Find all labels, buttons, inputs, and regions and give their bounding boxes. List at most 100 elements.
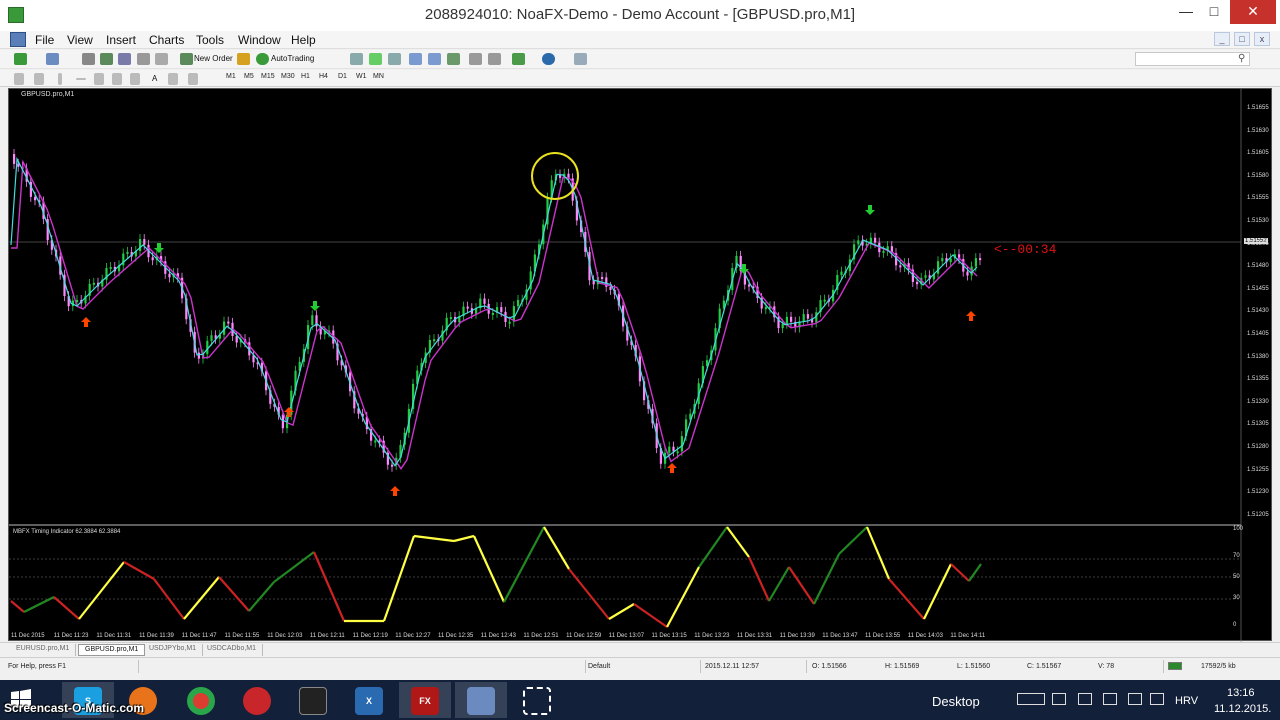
cursor-icon[interactable] — [14, 73, 24, 85]
language-indicator[interactable]: HRV — [1175, 695, 1198, 707]
chart-shift-icon[interactable] — [469, 53, 482, 65]
oscillator-tick-label: 0 — [1233, 622, 1237, 628]
network-icon[interactable] — [1103, 693, 1117, 705]
menu-window[interactable]: Window — [238, 33, 281, 47]
fast-moving-average — [10, 156, 978, 467]
terminal-icon[interactable] — [155, 53, 168, 65]
price-tick-label: 1.51480 — [1247, 263, 1269, 270]
taskbar-x-app[interactable]: X — [343, 682, 395, 718]
search-input[interactable] — [1135, 52, 1250, 66]
search-icon[interactable]: ⚲ — [1238, 53, 1245, 64]
mdi-minimize-button[interactable]: _ — [1214, 32, 1230, 46]
tab-usdcad[interactable]: USDCADbo,M1 — [201, 644, 264, 656]
menu-help[interactable]: Help — [291, 33, 316, 47]
timeframe-d1[interactable]: D1 — [338, 73, 347, 80]
time-tick-label: 11 Dec 12:35 — [438, 633, 474, 639]
text-label-icon[interactable] — [168, 73, 178, 85]
clock-time[interactable]: 13:16 — [1227, 687, 1255, 699]
menu-charts[interactable]: Charts — [149, 33, 184, 47]
desktop-toolbar[interactable]: Desktop — [932, 694, 980, 709]
tab-eurusd[interactable]: EURUSD.pro,M1 — [10, 644, 77, 656]
candle-body — [680, 436, 683, 452]
signal-icon[interactable] — [1128, 693, 1142, 705]
indicators-icon[interactable] — [512, 53, 525, 65]
crosshair-icon[interactable] — [34, 73, 44, 85]
candle-body — [781, 323, 784, 329]
volume-icon[interactable] — [1150, 693, 1164, 705]
time-tick-label: 11 Dec 2015 — [11, 633, 45, 639]
price-tick-label: 1.51305 — [1247, 421, 1269, 428]
mdi-restore-button[interactable]: □ — [1234, 32, 1250, 46]
metaeditor-icon[interactable] — [237, 53, 250, 65]
new-chart-icon[interactable] — [14, 53, 27, 65]
trendline-icon[interactable] — [94, 73, 104, 85]
market-watch-icon[interactable] — [100, 53, 113, 65]
tile-windows-icon[interactable] — [447, 53, 460, 65]
oscillator-segment — [666, 566, 700, 628]
window-title: 2088924010: NoaFX-Demo - Demo Account - … — [424, 6, 856, 23]
menu-view[interactable]: View — [67, 33, 93, 47]
periods-icon[interactable] — [542, 53, 555, 65]
taskbar-app-red[interactable] — [231, 682, 283, 718]
action-center-icon[interactable] — [1052, 693, 1066, 705]
templates-icon[interactable] — [574, 53, 587, 65]
candle-body — [941, 258, 944, 262]
chart-canvas[interactable] — [9, 89, 1273, 642]
taskbar-chrome[interactable] — [175, 682, 227, 718]
taskbar-explorer[interactable] — [455, 682, 507, 718]
battery-icon[interactable] — [1078, 693, 1092, 705]
timeframe-m5[interactable]: M5 — [244, 73, 254, 80]
new-order-icon[interactable] — [180, 53, 193, 65]
tab-gbpusd[interactable]: GBPUSD.pro,M1 — [78, 644, 146, 656]
candle-body — [13, 154, 16, 164]
time-tick-label: 11 Dec 13:15 — [651, 633, 687, 639]
chart-window[interactable]: GBPUSD.pro,M1 MBFX Timing Indicator 62.3… — [8, 88, 1273, 642]
timeframe-m30[interactable]: M30 — [281, 73, 295, 80]
clock-date[interactable]: 11.12.2015. — [1214, 703, 1271, 715]
line-chart-icon[interactable] — [388, 53, 401, 65]
timeframe-h1[interactable]: H1 — [301, 73, 310, 80]
time-tick-label: 11 Dec 13:23 — [694, 633, 730, 639]
timeframe-h4[interactable]: H4 — [319, 73, 328, 80]
menu-tools[interactable]: Tools — [196, 33, 224, 47]
zoom-in-icon[interactable] — [409, 53, 422, 65]
status-profile[interactable]: Default — [588, 663, 610, 670]
horizontal-line-icon[interactable] — [76, 78, 86, 80]
timeframe-m1[interactable]: M1 — [226, 73, 236, 80]
bar-chart-icon[interactable] — [350, 53, 363, 65]
autotrading-icon[interactable] — [256, 53, 269, 65]
chart-window-icon[interactable] — [82, 53, 95, 65]
timeframe-w1[interactable]: W1 — [356, 73, 367, 80]
menu-insert[interactable]: Insert — [106, 33, 136, 47]
tab-usdjpy[interactable]: USDJPYbo,M1 — [143, 644, 204, 656]
close-button[interactable]: ✕ — [1230, 0, 1276, 24]
zoom-out-icon[interactable] — [428, 53, 441, 65]
taskbar-capture[interactable] — [511, 682, 563, 718]
menu-file[interactable]: File — [35, 33, 54, 47]
mdi-close-button[interactable]: x — [1254, 32, 1270, 46]
new-order-button[interactable]: New Order — [194, 54, 233, 63]
keyboard-icon[interactable] — [1017, 693, 1045, 705]
taskbar-fxpro[interactable]: FX — [399, 682, 451, 718]
navigator-icon[interactable] — [137, 53, 150, 65]
candle-body — [609, 286, 612, 290]
taskbar-forex-app[interactable] — [287, 682, 339, 718]
channel-icon[interactable] — [112, 73, 122, 85]
candlestick-icon[interactable] — [369, 53, 382, 65]
timeframe-mn[interactable]: MN — [373, 73, 384, 80]
text-tool-icon[interactable]: A — [152, 74, 157, 83]
time-tick-label: 11 Dec 13:07 — [608, 633, 645, 639]
fibonacci-icon[interactable] — [130, 73, 140, 85]
maximize-button[interactable]: □ — [1198, 0, 1230, 24]
vertical-line-icon[interactable] — [58, 73, 62, 85]
autotrading-button[interactable]: AutoTrading — [271, 54, 314, 63]
data-window-icon[interactable] — [118, 53, 131, 65]
timeframe-m15[interactable]: M15 — [261, 73, 275, 80]
candle-body — [966, 271, 969, 276]
price-tick-label: 1.51505 — [1247, 240, 1269, 247]
arrows-icon[interactable] — [188, 73, 198, 85]
time-tick-label: 11 Dec 11:47 — [181, 633, 217, 639]
chart-window-icon[interactable] — [10, 32, 26, 47]
profiles-icon[interactable] — [46, 53, 59, 65]
autoscroll-icon[interactable] — [488, 53, 501, 65]
